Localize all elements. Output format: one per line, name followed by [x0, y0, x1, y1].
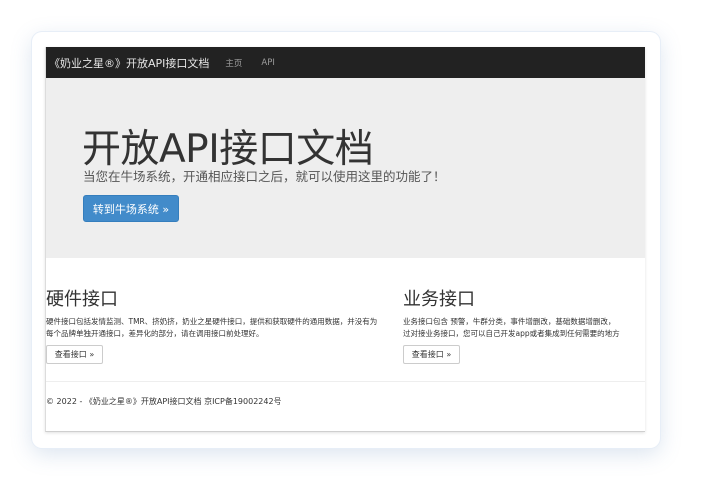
- hardware-api-heading: 硬件接口: [46, 289, 118, 310]
- footer-divider: [46, 381, 645, 382]
- hardware-api-description: 硬件接口包括发情监测、TMR、挤奶挤，奶业之星硬件接口，提供和获取硬件的通用数据…: [46, 317, 378, 338]
- footer: © 2022 - 《奶业之星®》开放API接口文档 京ICP备19002242号: [46, 397, 282, 406]
- browser-viewport: 《奶业之星®》开放API接口文档 主页 API 开放API接口文档 当您在牛场系…: [45, 47, 645, 432]
- view-business-api-button[interactable]: 查看接口 »: [403, 345, 460, 364]
- navbar-brand[interactable]: 《奶业之星®》开放API接口文档: [46, 55, 209, 71]
- jumbotron: 开放API接口文档 当您在牛场系统，开通相应接口之后，就可以使用这里的功能了！ …: [46, 78, 645, 258]
- jumbotron-lead: 当您在牛场系统，开通相应接口之后，就可以使用这里的功能了！: [83, 169, 446, 184]
- view-hardware-api-button[interactable]: 查看接口 »: [46, 345, 103, 364]
- hardware-api-section: 硬件接口 硬件接口包括发情监测、TMR、挤奶挤，奶业之星硬件接口，提供和获取硬件…: [46, 285, 386, 364]
- business-api-description-line1: 业务接口包含 预警，牛群分类，事件增删改，基础数据增删改，: [403, 317, 616, 326]
- nav-link-home[interactable]: 主页: [225, 57, 242, 69]
- business-api-heading: 业务接口: [403, 289, 475, 310]
- goto-farm-system-button[interactable]: 转到牛场系统 »: [83, 195, 179, 222]
- nav-link-api[interactable]: API: [261, 58, 274, 68]
- business-api-section: 业务接口 业务接口包含 预警，牛群分类，事件增删改，基础数据增删改， 过对接业务…: [403, 285, 645, 364]
- business-api-description: 业务接口包含 预警，牛群分类，事件增删改，基础数据增删改， 过对接业务接口，您可…: [403, 316, 643, 340]
- top-navbar: 《奶业之星®》开放API接口文档 主页 API: [46, 47, 645, 78]
- business-api-description-line2: 过对接业务接口，您可以自己开发app或者集成到任何需要的地方: [403, 329, 620, 338]
